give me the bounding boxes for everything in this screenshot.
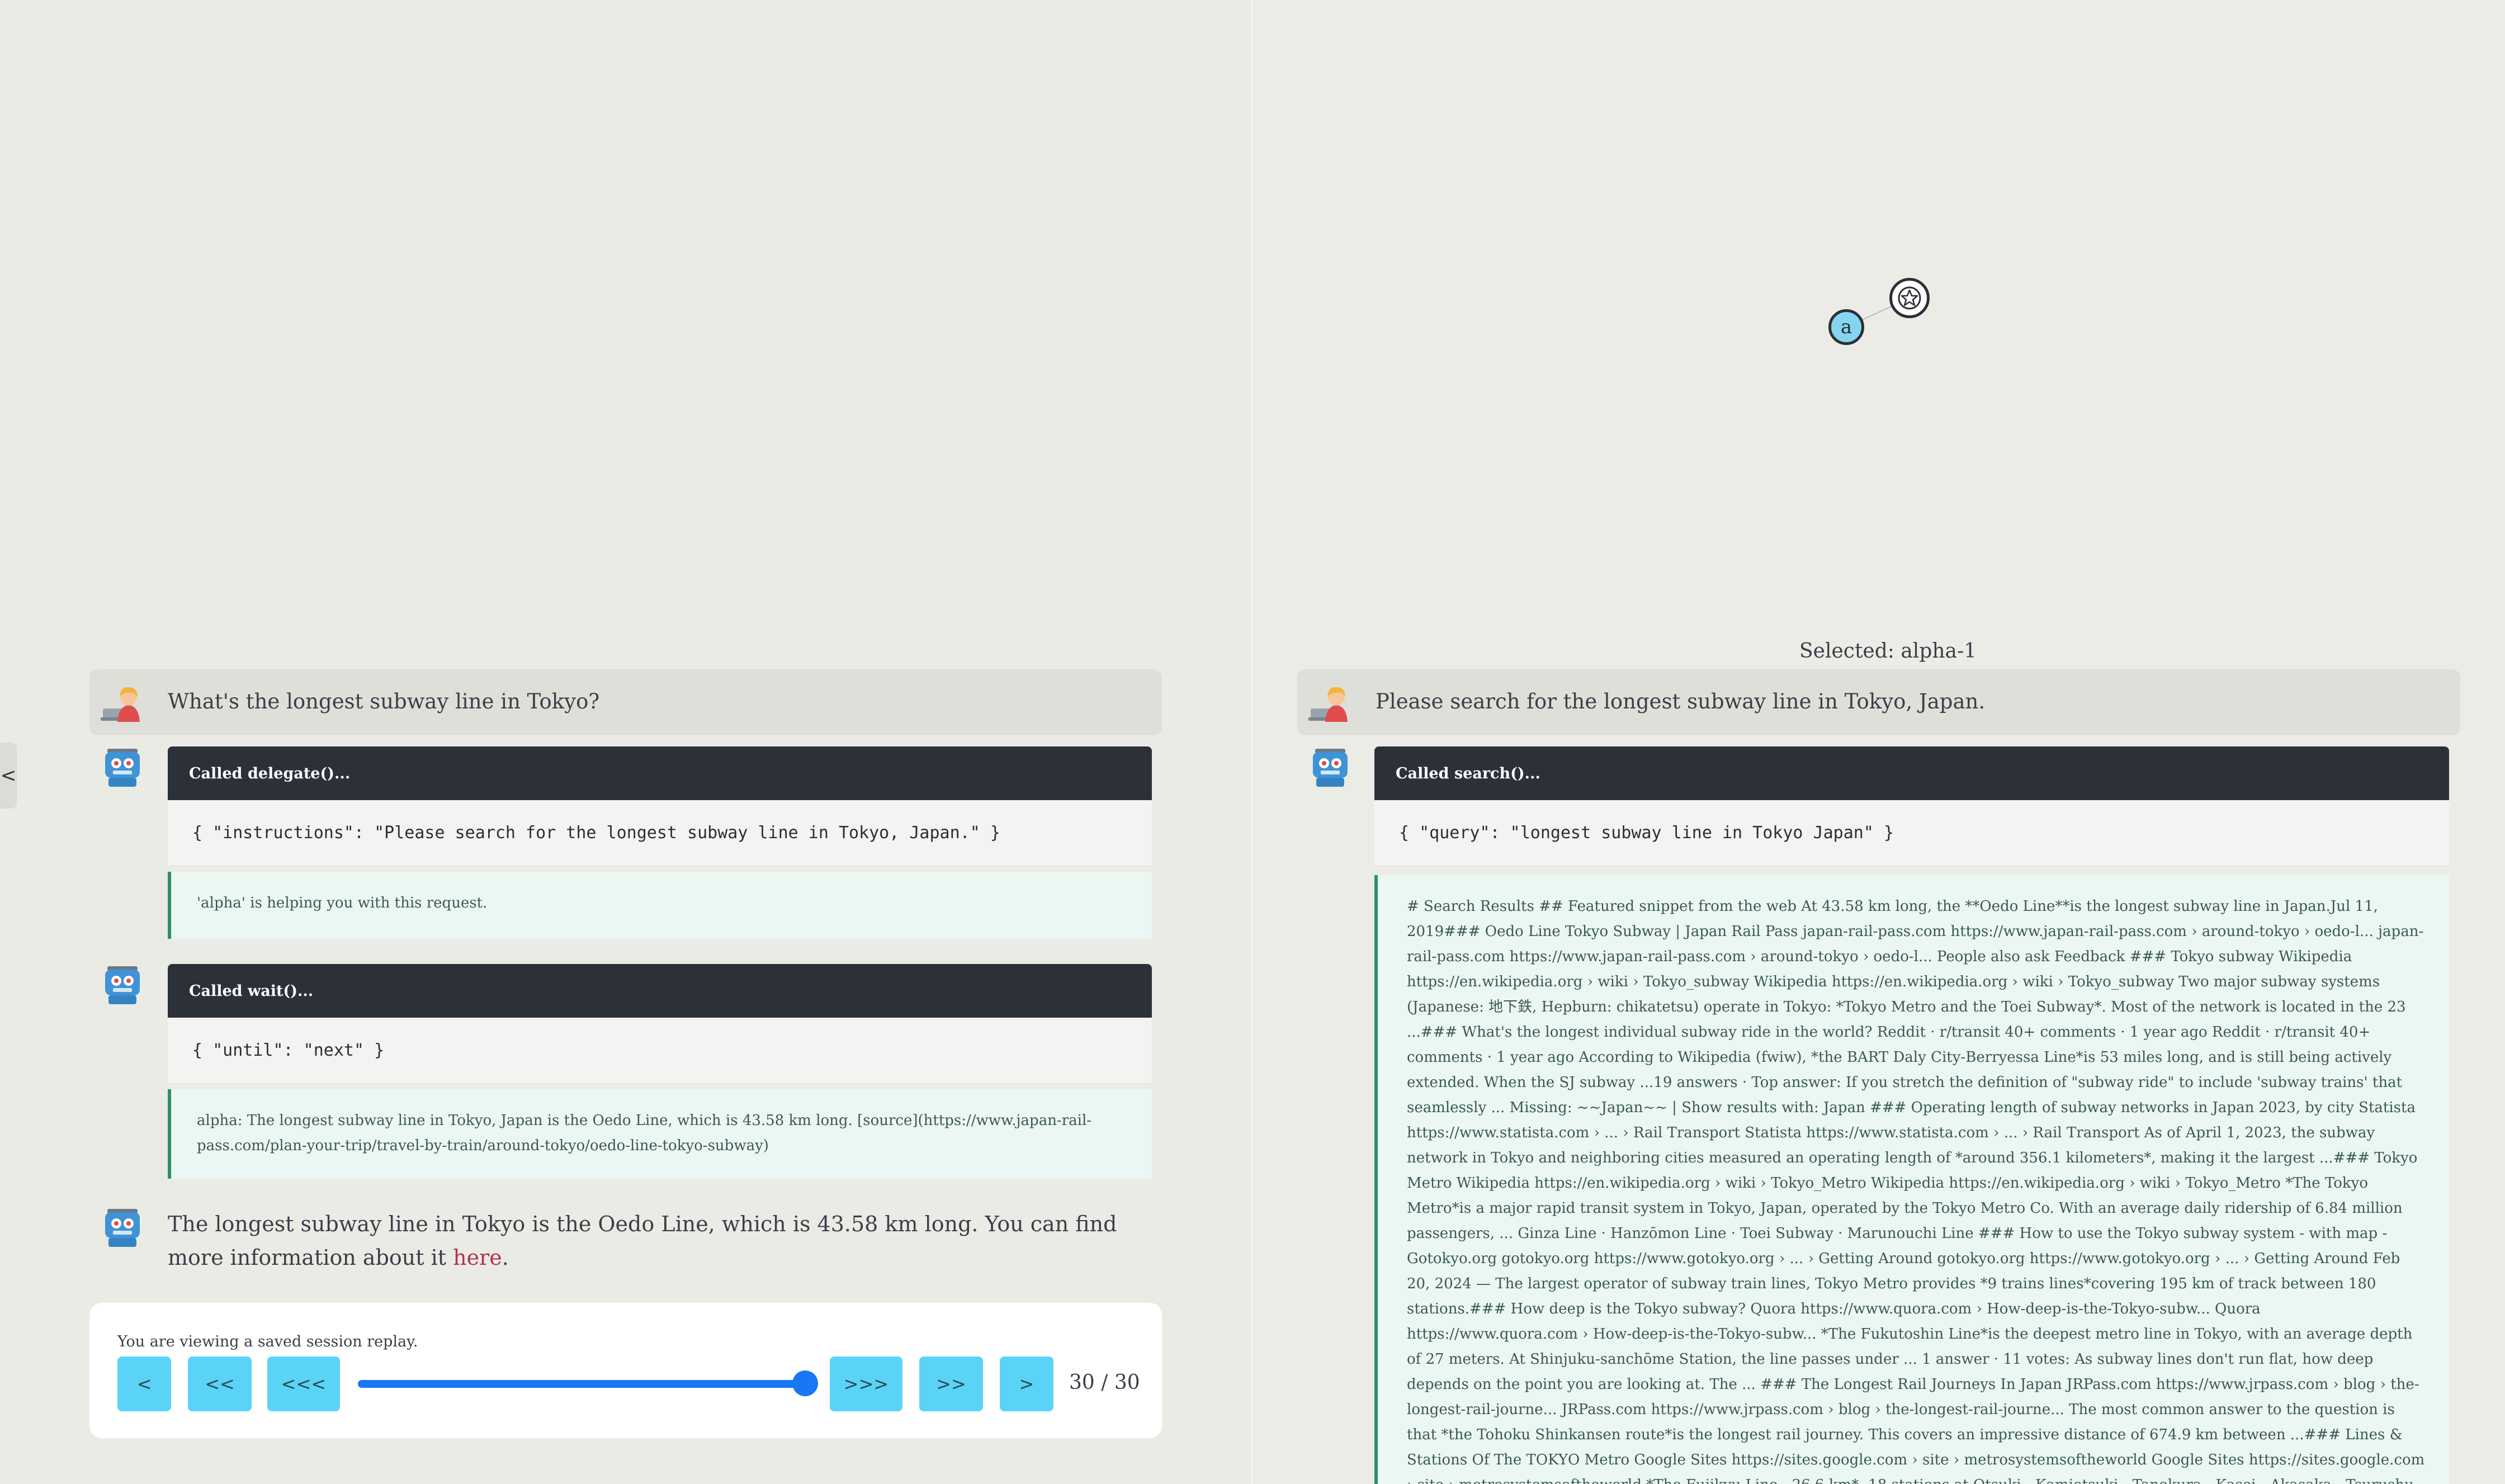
assistant-avatar-icon — [101, 745, 144, 789]
tool-call-header[interactable]: Called delegate()... — [168, 746, 1152, 800]
tool-call-result-text: alpha: The longest subway line in Tokyo,… — [197, 1112, 1092, 1154]
jump-back-button[interactable]: << — [188, 1357, 252, 1411]
search-result-output: # Search Results ## Featured snippet fro… — [1374, 875, 2449, 1484]
tool-call-args: { "until": "next" } — [168, 1018, 1152, 1084]
collapse-sidebar-button[interactable]: < — [0, 743, 17, 809]
replay-note: You are viewing a saved session replay. — [117, 1333, 418, 1350]
skip-end-button[interactable]: >>> — [830, 1357, 902, 1411]
search-result-text: # Search Results ## Featured snippet fro… — [1407, 898, 2425, 1484]
assistant-avatar-icon — [101, 1206, 144, 1249]
jump-forward-button[interactable]: >> — [919, 1357, 983, 1411]
user-message-text: What's the longest subway line in Tokyo? — [168, 689, 600, 713]
user-message-text: Please search for the longest subway lin… — [1376, 689, 1986, 713]
step-counter: 30 / 30 — [1069, 1371, 1140, 1394]
tool-call-result: 'alpha' is helping you with this request… — [168, 872, 1152, 939]
replay-slider[interactable] — [358, 1380, 805, 1388]
assistant-message-text: The longest subway line in Tokyo is the … — [168, 1212, 1117, 1270]
agent-node-a[interactable]: a — [1828, 309, 1864, 345]
replay-controls: You are viewing a saved session replay. … — [89, 1303, 1162, 1438]
star-icon — [1898, 286, 1921, 310]
assistant-avatar-icon — [1308, 745, 1352, 789]
agent-node-label: a — [1840, 316, 1852, 338]
source-link[interactable]: here — [453, 1245, 502, 1270]
chevron-left-icon: < — [0, 764, 17, 787]
delegated-user-message: Please search for the longest subway lin… — [1297, 669, 2460, 735]
user-avatar-icon — [1306, 678, 1350, 722]
assistant-avatar-icon — [101, 963, 144, 1006]
rewind-start-button[interactable]: <<< — [267, 1357, 340, 1411]
agent-graph — [1846, 297, 1910, 328]
tool-call-wait: Called wait()... { "until": "next" } alp… — [168, 964, 1152, 1179]
tool-call-header[interactable]: Called search()... — [1374, 746, 2449, 800]
agent-node-root[interactable] — [1889, 278, 1930, 318]
tool-call-search: Called search()... { "query": "longest s… — [1374, 746, 2449, 866]
tool-call-header[interactable]: Called wait()... — [168, 964, 1152, 1018]
tool-call-delegate: Called delegate()... { "instructions": "… — [168, 746, 1152, 939]
tool-call-args: { "query": "longest subway line in Tokyo… — [1374, 800, 2449, 866]
tool-call-result: alpha: The longest subway line in Tokyo,… — [168, 1089, 1152, 1179]
step-forward-button[interactable]: > — [1000, 1357, 1053, 1411]
user-avatar-icon — [98, 678, 142, 722]
tool-call-result-text: 'alpha' is helping you with this request… — [197, 895, 488, 911]
replay-slider-handle[interactable] — [792, 1370, 818, 1396]
assistant-message-suffix: . — [502, 1245, 509, 1270]
selected-agent-label: Selected: alpha-1 — [1799, 640, 1977, 663]
step-back-button[interactable]: < — [117, 1357, 171, 1411]
user-message: What's the longest subway line in Tokyo? — [89, 669, 1162, 735]
assistant-message: The longest subway line in Tokyo is the … — [168, 1207, 1129, 1274]
tool-call-args: { "instructions": "Please search for the… — [168, 800, 1152, 866]
